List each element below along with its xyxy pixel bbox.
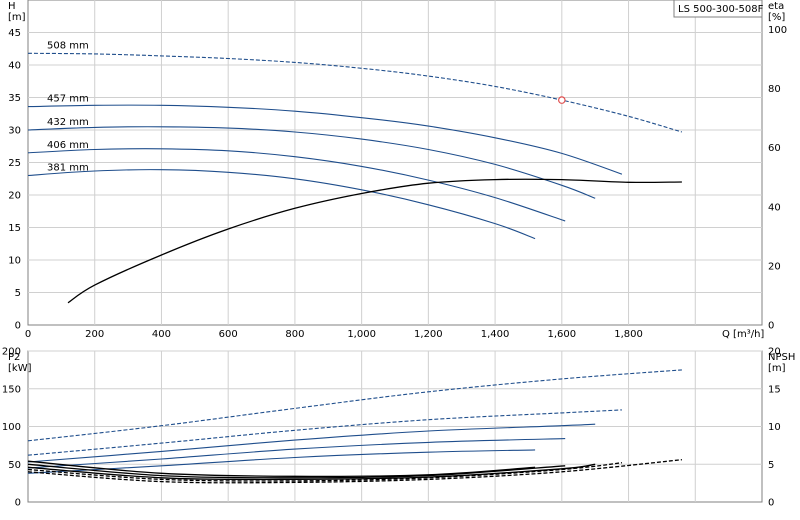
model-label: LS 500-300-508F	[678, 4, 764, 15]
duty-point-marker	[558, 96, 566, 104]
x-tick-label: 1,400	[481, 329, 510, 340]
y-right-tick-label: 5	[768, 460, 774, 471]
y-left-tick-label: 50	[8, 460, 21, 471]
y-left-tick-label: 25	[8, 158, 21, 169]
x-tick-label: 400	[152, 329, 171, 340]
bottom-left-axis-title: P2	[8, 352, 20, 363]
y-left-tick-label: 45	[8, 28, 21, 39]
x-tick-label: 1,000	[347, 329, 376, 340]
bottom-left-axis-unit: [kW]	[8, 363, 32, 374]
pump-performance-chart: 0 200 400 600 800 1,000 1,200 1,400 1,600 1,80005…	[2, 0, 795, 509]
series-label: 406 mm	[47, 140, 89, 151]
top-left-axis-unit: [m]	[8, 12, 26, 23]
x-tick-label: 600	[219, 329, 238, 340]
y-left-tick-label: 150	[2, 384, 21, 395]
y-right-tick-label: 80	[768, 84, 781, 95]
x-tick-label: 200	[85, 329, 104, 340]
top-right-axis-unit: [%]	[768, 12, 785, 23]
y-right-tick-label: 0	[768, 321, 774, 332]
bottom-right-axis-unit: [m]	[768, 363, 786, 374]
y-right-tick-label: 40	[768, 202, 781, 213]
y-left-tick-label: 0	[15, 498, 21, 509]
bottom-right-axis-title: NPSH	[768, 352, 795, 363]
y-left-tick-label: 0	[15, 321, 21, 332]
top-left-axis-title: H	[8, 1, 16, 12]
series-label: 432 mm	[47, 117, 89, 128]
x-tick-label: 1,200	[414, 329, 443, 340]
series-label: 381 mm	[47, 163, 89, 174]
y-left-tick-label: 15	[8, 223, 21, 234]
y-right-tick-label: 10	[768, 422, 781, 433]
series-label: 457 mm	[47, 94, 89, 105]
y-right-tick-label: 60	[768, 143, 781, 154]
y-right-tick-label: 0	[768, 498, 774, 509]
y-left-tick-label: 20	[8, 191, 21, 202]
y-left-tick-label: 5	[15, 288, 21, 299]
series-label: 508 mm	[47, 40, 89, 51]
y-left-tick-label: 35	[8, 93, 21, 104]
y-right-tick-label: 20	[768, 261, 781, 272]
y-left-tick-label: 30	[8, 126, 21, 137]
y-left-tick-label: 40	[8, 61, 21, 72]
y-left-tick-label: 10	[8, 256, 21, 267]
x-axis-title: Q [m³/h]	[722, 329, 764, 340]
y-left-tick-label: 100	[2, 422, 21, 433]
x-tick-label: 1,800	[614, 329, 643, 340]
top-right-axis-title: eta	[768, 1, 784, 12]
x-tick-label: 1,600	[547, 329, 576, 340]
x-tick-label: 800	[285, 329, 304, 340]
x-tick-label: 0	[25, 329, 31, 340]
y-right-tick-label: 15	[768, 384, 781, 395]
y-right-tick-label: 100	[768, 25, 787, 36]
